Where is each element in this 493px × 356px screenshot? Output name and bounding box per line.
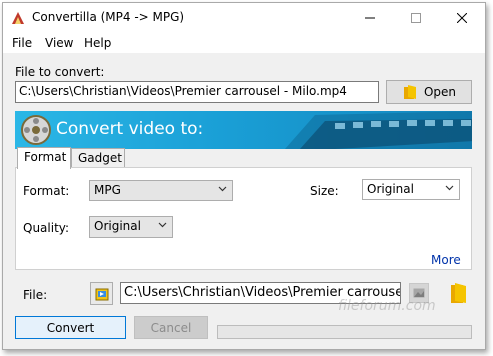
minimize-icon xyxy=(365,17,375,19)
chevron-down-icon xyxy=(445,185,454,191)
format-select-value: MPG xyxy=(94,183,121,197)
window-title: Convertilla (MP4 -> MPG) xyxy=(32,10,185,24)
maximize-button[interactable] xyxy=(393,3,439,33)
media-file-icon xyxy=(95,288,108,300)
play-output-button[interactable] xyxy=(90,282,113,305)
folder-icon xyxy=(403,85,416,99)
close-button[interactable] xyxy=(439,3,485,33)
open-button[interactable]: Open xyxy=(386,80,472,104)
format-label: Format: xyxy=(23,184,70,198)
quality-label: Quality: xyxy=(23,221,70,235)
banner-title: Convert video to: xyxy=(56,119,204,139)
film-reel-icon xyxy=(21,115,51,145)
file-to-convert-input[interactable]: C:\Users\Christian\Videos\Premier carrou… xyxy=(15,81,379,103)
menu-bar: File View Help xyxy=(3,33,485,53)
cancel-button[interactable]: Cancel xyxy=(134,316,208,339)
minimize-button[interactable] xyxy=(347,3,393,33)
open-button-label: Open xyxy=(423,85,457,99)
chevron-down-icon xyxy=(158,222,167,228)
menu-help[interactable]: Help xyxy=(84,36,111,50)
size-select[interactable]: Original xyxy=(362,179,460,200)
size-select-value: Original xyxy=(367,182,414,196)
convert-button-label: Convert xyxy=(46,320,95,335)
tab-gadget[interactable]: Gadget xyxy=(71,148,125,168)
quality-select-value: Original xyxy=(94,219,141,233)
tab-format[interactable]: Format xyxy=(17,147,71,169)
format-select[interactable]: MPG xyxy=(89,180,233,201)
output-file-label: File: xyxy=(23,288,48,302)
cancel-button-label: Cancel xyxy=(150,320,192,335)
progress-bar xyxy=(217,325,472,339)
file-to-convert-label: File to convert: xyxy=(15,65,105,79)
maximize-icon xyxy=(411,13,421,23)
film-strip-icon xyxy=(285,111,472,149)
convert-button[interactable]: Convert xyxy=(15,316,126,339)
close-icon xyxy=(457,13,467,23)
watermark-text: fileforum.com xyxy=(338,298,436,314)
size-label: Size: xyxy=(310,184,339,198)
browse-output-button[interactable] xyxy=(448,281,468,305)
convertilla-logo-icon xyxy=(12,12,24,24)
app-window: Convertilla (MP4 -> MPG) File View Help … xyxy=(2,2,486,350)
folder-icon xyxy=(451,283,466,303)
menu-file[interactable]: File xyxy=(12,36,32,50)
convert-banner: Convert video to: xyxy=(15,111,472,149)
more-link[interactable]: More xyxy=(431,253,461,267)
chevron-down-icon xyxy=(218,186,227,192)
quality-select[interactable]: Original xyxy=(89,216,173,238)
title-bar: Convertilla (MP4 -> MPG) xyxy=(3,3,485,33)
menu-view[interactable]: View xyxy=(45,36,73,50)
